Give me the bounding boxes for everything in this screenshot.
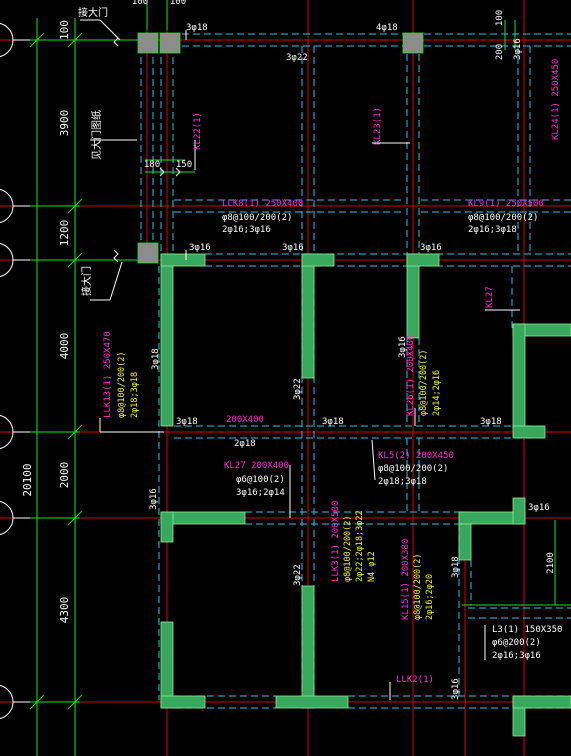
- beam-llk8-bars: 2φ16;3φ16: [222, 225, 271, 235]
- rebar-r16: 3φ18: [451, 556, 461, 578]
- beam-kl23: KL23(1): [373, 107, 383, 145]
- beam-kl9-name: KL9(1) 250X500: [468, 199, 544, 209]
- beam-llk13-bars: 2φ18;3φ18: [130, 372, 140, 418]
- rebar-labels: 3φ18 4φ18 3φ22 3φ16 3φ16 3φ16 3φ18 3φ22 …: [149, 23, 550, 700]
- dim-col-150: 150: [176, 160, 192, 170]
- beam-kl27-name: KL27 200X400: [224, 461, 289, 471]
- da-men-outline: 见大门图纸: [90, 110, 103, 160]
- rebar-r9: 3φ18: [176, 417, 198, 427]
- beam-kl9-bars: 2φ16;3φ18: [468, 225, 517, 235]
- rebar-r13: 3φ18: [480, 417, 502, 427]
- dim-span-1: 100: [58, 20, 71, 40]
- rebar-r19: 3φ16: [513, 38, 523, 60]
- rebar-r3: 3φ22: [286, 53, 308, 63]
- dim-right-200: 200: [495, 44, 505, 60]
- beam-kl5-bars: 2φ18;3φ18: [378, 477, 427, 487]
- beam-kl15-name: KL15(1) 200X380: [401, 539, 411, 620]
- beam-kl15-bars: 2φ16;2φ20: [425, 574, 435, 620]
- beam-kl27-right: KL27: [485, 286, 495, 308]
- dim-right-2100: 2100: [546, 552, 556, 574]
- beam-kl26-bars: 2φ14;2φ16: [432, 370, 442, 416]
- dim-span-4: 4000: [58, 333, 71, 360]
- leader-lines: [80, 19, 520, 700]
- dim-col-180: 180: [144, 160, 160, 170]
- dim-span-5: 2000: [58, 462, 71, 489]
- beam-llk3-bars: 2φ22;2φ18;3φ22: [355, 510, 365, 582]
- beam-kl5-name: KL5(2) 200X450: [378, 451, 454, 461]
- beam-kl22: KL22(1): [193, 112, 203, 150]
- beam-section-200x400: 200X400: [226, 415, 264, 425]
- rebar-r2: 4φ18: [376, 23, 398, 33]
- rebar-r10: 3φ18: [322, 417, 344, 427]
- dimension-texts: 20100 100 3900 1200 4000 2000 4300 100 1…: [21, 0, 556, 623]
- beam-kl5-stirrup: φ8@100/200(2): [378, 464, 448, 474]
- structural-plan-drawing: 20100 100 3900 1200 4000 2000 4300 100 1…: [0, 0, 571, 756]
- beam-outlines: [140, 33, 571, 709]
- dim-top-small-2: 100: [170, 0, 186, 7]
- beam-kl26-stirrup: φ8@100/200(2): [419, 349, 429, 416]
- beam-l3-name: L3(1) 150X350: [492, 625, 562, 635]
- dim-total: 20100: [21, 463, 34, 496]
- beam-llk3-stirrup: φ8@100/200(2): [343, 515, 353, 582]
- rebar-r4: 3φ16: [189, 243, 211, 253]
- rebar-r17: 3φ22: [293, 564, 303, 586]
- shear-walls: [160, 253, 571, 737]
- beam-llk13-stirrup: φ8@100/200(2): [117, 351, 127, 418]
- beam-kl27-bars: 3φ16;2φ14: [236, 488, 285, 498]
- beam-kl26-name: KL26(1) 200X400: [406, 335, 416, 416]
- axis-bubbles: [0, 22, 30, 720]
- beam-l3-stirrup: φ6@200(2): [492, 638, 541, 648]
- pei-da-men-top: 接大门: [78, 6, 108, 19]
- dim-top-small-1: 100: [132, 0, 148, 7]
- beam-llk8-stirrup: φ8@100/200(2): [222, 213, 292, 223]
- beam-kl9-stirrup: φ8@100/200(2): [468, 213, 538, 223]
- rebar-r7: 3φ18: [151, 348, 161, 370]
- rebar-r15: 3φ16: [528, 503, 550, 513]
- rebar-r1: 3φ18: [186, 23, 208, 33]
- beam-llk13-name: LLK13(1) 250X470: [103, 331, 113, 418]
- pei-da-men-bottom: 接大门: [80, 266, 93, 296]
- rebar-r8: 3φ22: [293, 378, 303, 400]
- beam-l3-bars: 2φ16;3φ16: [492, 651, 541, 661]
- beam-kl15-stirrup: φ8@100/200(2): [413, 553, 423, 620]
- rebar-r11: 2φ18: [234, 439, 256, 449]
- callouts: 接大门 接大门 见大门图纸: [78, 6, 108, 296]
- beam-llk3-extra: N4 φ12: [367, 551, 377, 582]
- rebar-r18: 3φ16: [451, 678, 461, 700]
- beam-kl27-stirrup: φ6@100(2): [236, 475, 285, 485]
- beam-llk8-name: LLK8(1) 250X400: [222, 199, 303, 209]
- dim-span-2: 3900: [58, 110, 71, 137]
- dim-right-100: 100: [495, 10, 505, 26]
- rebar-r14: 3φ16: [149, 488, 159, 510]
- beam-llk2: LLK2(1): [396, 675, 434, 685]
- rebar-r6: 3φ16: [420, 243, 442, 253]
- dim-span-3: 1200: [58, 220, 71, 247]
- beam-llk3-name: LLK3(1) 200X500: [331, 501, 341, 582]
- beam-kl24: KL24(1) 250X450: [551, 59, 561, 140]
- columns: [137, 32, 424, 264]
- rebar-r5: 3φ16: [282, 243, 304, 253]
- dim-span-6: 4300: [58, 597, 71, 624]
